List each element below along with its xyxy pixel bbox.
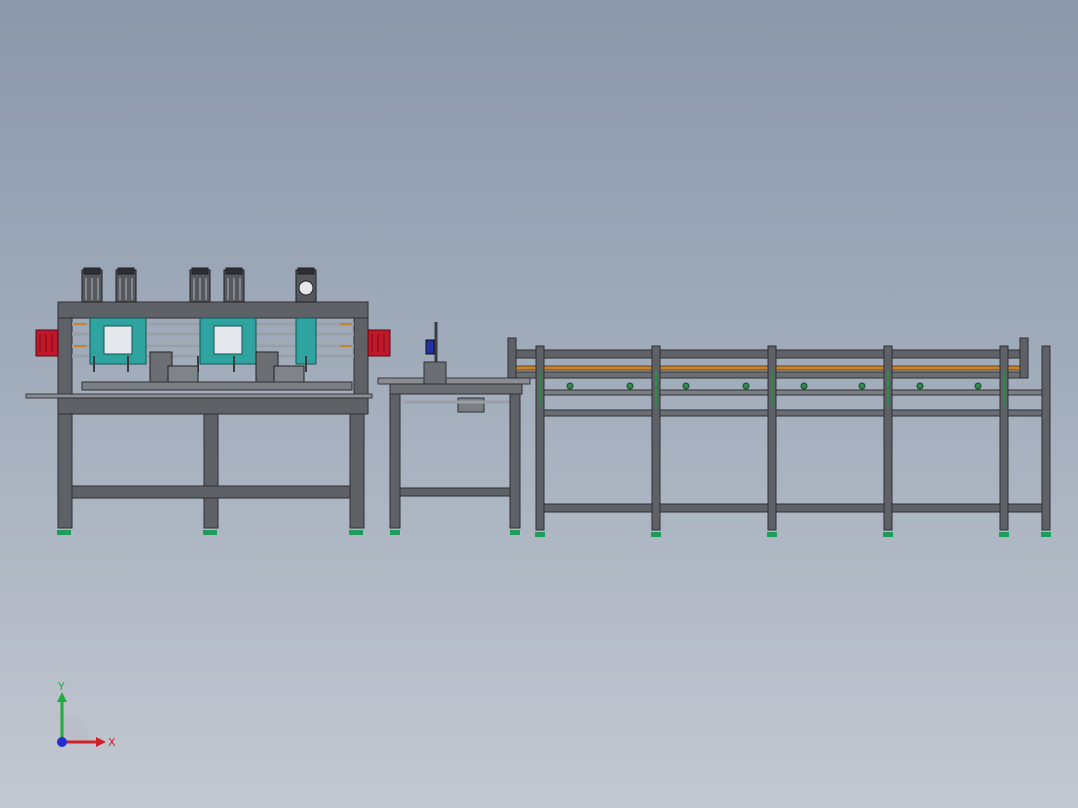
- x-axis-label: X: [108, 736, 116, 749]
- middle-legs: [389, 393, 521, 529]
- graphics-viewport[interactable]: [0, 0, 1078, 808]
- top-beam: [57, 301, 369, 319]
- middle-table[interactable]: [377, 322, 531, 535]
- conveyor-feet: [535, 532, 1051, 537]
- top-motors: [81, 267, 317, 303]
- left-legs: [57, 413, 365, 529]
- y-axis-arrow-icon: [57, 692, 67, 702]
- y-axis-label: Y: [57, 680, 65, 693]
- x-axis-arrow-icon: [96, 737, 106, 747]
- left-machine[interactable]: [25, 267, 391, 535]
- left-feet: [57, 530, 363, 535]
- motor-fins: [85, 278, 241, 300]
- orientation-triad[interactable]: Y X: [40, 680, 130, 760]
- right-conveyor[interactable]: [507, 337, 1051, 537]
- triad-sector: [62, 714, 90, 742]
- red-motor-left: [35, 329, 59, 357]
- z-axis-dot-icon: [57, 737, 67, 747]
- gauge-icon: [298, 280, 314, 296]
- teal-carriage-1: [89, 317, 147, 365]
- teal-carriage-2: [199, 317, 257, 365]
- red-motor-right: [367, 329, 391, 357]
